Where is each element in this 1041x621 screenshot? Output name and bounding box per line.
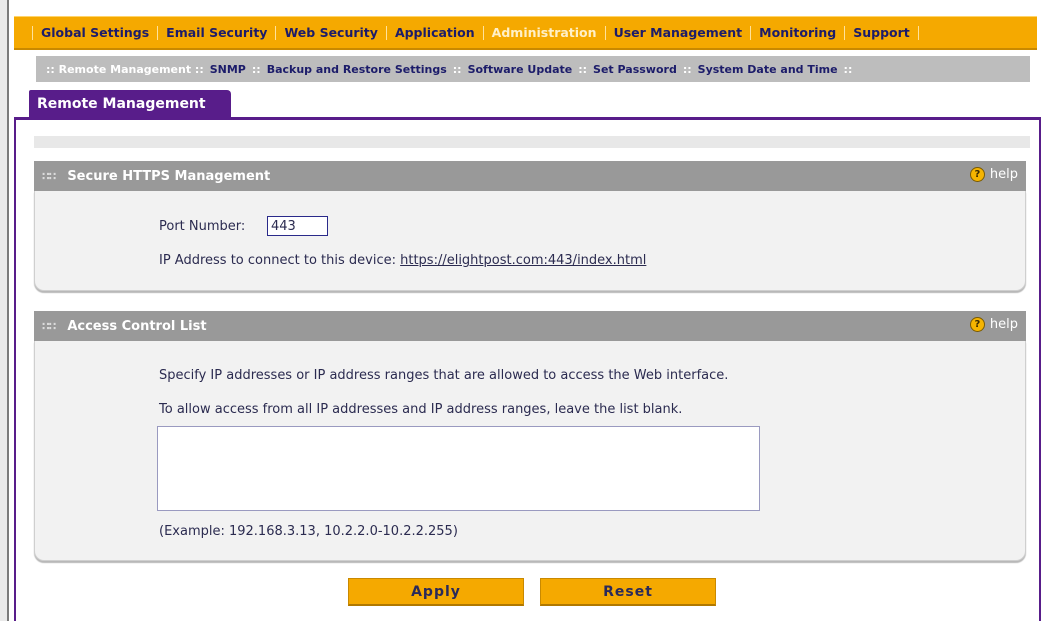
sub-nav: :: Remote Management :: :: SNMP :: Backu… [36,56,1030,82]
nav-web-security[interactable]: Web Security [284,25,377,40]
acl-list-textarea[interactable] [157,426,760,511]
subnav-remote-management[interactable]: :: Remote Management :: [46,63,204,76]
window-edge [0,0,9,621]
help-label: help [989,167,1018,182]
nav-separator [750,25,752,40]
help-label: help [989,317,1018,332]
nav-separator [385,25,387,40]
acl-instruction-2: To allow access from all IP addresses an… [159,402,683,417]
https-section-title: Secure HTTPS Management [67,168,271,184]
nav-support[interactable]: Support [853,25,910,40]
subnav-separator: :: [452,62,462,76]
subnav-set-password[interactable]: Set Password [593,63,677,76]
subnav-separator: :: [251,62,261,76]
nav-user-management[interactable]: User Management [614,25,743,40]
help-icon: ? [969,167,985,182]
tab-remote-management[interactable]: Remote Management [29,90,231,118]
subnav-system-date-time[interactable]: System Date and Time [698,63,838,76]
nav-separator [157,25,159,40]
subnav-snmp[interactable]: SNMP [210,63,246,76]
subnav-software-update[interactable]: Software Update [468,63,573,76]
nav-global-settings[interactable]: Global Settings [41,25,149,40]
grip-icon: ∷∷ [42,169,56,183]
acl-help-link[interactable]: ? help [969,317,1018,332]
nav-application[interactable]: Application [395,25,475,40]
nav-separator [844,25,846,40]
https-help-link[interactable]: ? help [969,167,1018,182]
reset-button[interactable]: Reset [540,578,716,606]
ip-address-label: IP Address to connect to this device: [159,253,396,268]
device-url-link[interactable]: https://elightpost.com:443/index.html [400,253,646,268]
acl-example-text: (Example: 192.168.3.13, 10.2.2.0-10.2.2.… [159,524,458,539]
port-number-input[interactable] [267,216,328,236]
apply-button[interactable]: Apply [348,578,524,606]
acl-instruction-1: Specify IP addresses or IP address range… [159,368,729,383]
nav-separator [917,25,919,40]
acl-section-header: ∷∷ Access Control List ? help [34,311,1026,341]
subnav-separator: :: [578,62,588,76]
acl-section-title: Access Control List [67,318,207,334]
subnav-separator: :: [682,62,692,76]
nav-separator [275,25,277,40]
port-number-label: Port Number: [159,219,246,234]
nav-separator [604,25,606,40]
ip-address-row: IP Address to connect to this device: ht… [159,253,646,268]
nav-email-security[interactable]: Email Security [166,25,267,40]
subnav-separator: :: [843,62,853,76]
nav-monitoring[interactable]: Monitoring [759,25,836,40]
grip-icon: ∷∷ [42,319,56,333]
subnav-backup-restore[interactable]: Backup and Restore Settings [267,63,447,76]
https-section-header: ∷∷ Secure HTTPS Management ? help [34,161,1026,191]
help-icon: ? [969,317,985,332]
nav-separator [482,25,484,40]
main-nav: Global Settings Email Security Web Secur… [14,16,1037,50]
nav-administration[interactable]: Administration [492,25,597,40]
https-section-body [34,191,1026,291]
nav-separator [32,25,33,40]
content-top-bar [34,136,1030,148]
